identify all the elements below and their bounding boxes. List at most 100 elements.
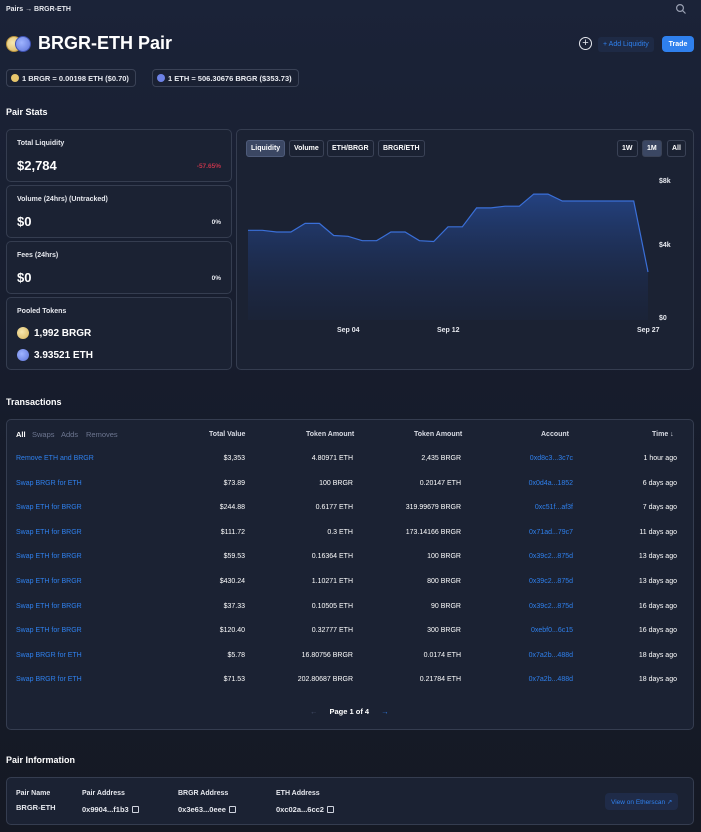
tx-token-amount-2: 0.21784 ETH [419,676,461,684]
table-row: Swap ETH for BRGR $111.72 0.3 ETH 173.14166… [7,521,694,546]
breadcrumb[interactable]: Pairs → BRGR-ETH [6,6,71,13]
tx-time: 16 days ago [638,627,677,635]
pair-address-label: Pair Address [82,790,125,797]
tx-type[interactable]: Swap ETH for BRGR [16,595,82,620]
tx-type[interactable]: Swap ETH for BRGR [16,521,82,546]
tx-type[interactable]: Swap ETH for BRGR [16,545,82,570]
header-token-amount-1[interactable]: Token Amount [306,431,354,438]
tx-total-value: $120.40 [219,627,245,635]
tx-token-amount-2: 2,435 BRGR [421,455,461,462]
copy-icon[interactable] [131,806,139,813]
table-row: Swap ETH for BRGR $59.53 0.16364 ETH 100 BR… [7,545,694,570]
tx-token-amount-1: 0.3 ETH [327,528,353,536]
pair-token-logos [6,35,32,53]
tx-account[interactable]: 0x39c2...875d [529,545,573,570]
tx-time: 1 hour ago [643,455,677,462]
eth-brgr-rate-badge[interactable]: 1 ETH = 506.30676 BRGR ($353.73) [152,69,299,87]
tx-type[interactable]: Swap ETH for BRGR [16,619,82,644]
tx-token-amount-1: 16.80756 BRGR [301,651,353,659]
tx-token-amount-2: 0.20147 ETH [419,479,461,487]
tx-time: 7 days ago [642,504,677,512]
tx-token-amount-1: 0.16364 ETH [311,553,353,561]
search-icon[interactable] [675,3,687,15]
pair-information-card [6,777,694,825]
tx-account[interactable]: 0x71ad...79c7 [529,521,573,546]
rate-text: 1 BRGR = 0.00198 ETH ($0.70) [22,73,129,83]
tx-total-value: $430.24 [219,578,245,585]
pair-address-value[interactable]: 0x9904...f1b3 [82,805,139,814]
tx-type[interactable]: Swap ETH for BRGR [16,496,82,521]
tx-account[interactable]: 0x39c2...875d [529,570,573,595]
y-tick-label: $8k [659,178,671,185]
pooled-brgr[interactable]: 1,992 BRGR [17,327,91,339]
header-account[interactable]: Account [541,431,569,438]
tx-type[interactable]: Swap BRGR for ETH [16,472,82,497]
filter-removes[interactable]: Removes [86,430,118,439]
add-liquidity-button[interactable]: + Add Liquidity [598,37,654,52]
eth-token-icon [17,349,29,361]
table-row: Swap ETH for BRGR $430.24 1.10271 ETH 800 B… [7,570,694,595]
brgr-address-text: 0x3e63...0eee [178,805,226,814]
liquidity-chart[interactable] [237,130,695,371]
y-tick-label: $0 [659,315,667,322]
table-row: Swap BRGR for ETH $73.89 100 BRGR 0.20147 E… [7,472,694,497]
tx-account[interactable]: 0xebf0...6c15 [531,619,573,644]
eth-token-icon [15,36,31,52]
stat-change: 0% [211,219,221,226]
filter-all[interactable]: All [16,430,26,439]
brgr-token-icon [11,74,19,82]
tx-total-value: $5.78 [227,651,245,659]
table-row: Swap ETH for BRGR $244.88 0.6177 ETH 319.99… [7,496,694,521]
tx-time: 13 days ago [638,578,677,585]
header-total-value[interactable]: Total Value [209,431,245,438]
tx-token-amount-1: 202.80687 BRGR [297,676,353,684]
tx-time: 13 days ago [638,553,677,561]
tx-token-amount-2: 173.14166 BRGR [405,528,461,536]
tx-type[interactable]: Swap BRGR for ETH [16,644,82,669]
tx-token-amount-2: 100 BRGR [427,553,461,561]
pair-address-text: 0x9904...f1b3 [82,805,129,814]
brgr-eth-rate-badge[interactable]: 1 BRGR = 0.00198 ETH ($0.70) [6,69,136,87]
stat-value: $2,784 [17,158,57,173]
pooled-tokens-card: Pooled Tokens 1,992 BRGR 3.93521 ETH [6,297,232,370]
pair-name-value: BRGR-ETH [16,803,56,812]
tx-time: 18 days ago [638,651,677,659]
tx-total-value: $73.89 [223,479,245,487]
next-page-arrow[interactable]: → [381,707,389,716]
tx-account[interactable]: 0x7a2b...488d [529,668,573,693]
tx-token-amount-2: 0.0174 ETH [423,651,461,659]
tx-type[interactable]: Swap ETH for BRGR [16,570,82,595]
chart-card: Liquidity Volume ETH/BRGR BRGR/ETH 1W 1M… [236,129,694,370]
filter-swaps[interactable]: Swaps [32,430,55,439]
fees-card: Fees (24hrs) $0 0% [6,241,232,294]
eth-token-icon [157,74,165,82]
trade-button[interactable]: Trade [662,36,694,52]
copy-icon[interactable] [228,806,236,813]
table-row: Remove ETH and BRGR $3,353 4.80971 ETH 2,43… [7,447,694,472]
page-indicator: Page 1 of 4 [329,707,370,716]
header-time[interactable]: Time ↓ [652,431,674,438]
tx-account[interactable]: 0x7a2b...488d [529,644,573,669]
view-on-etherscan-button[interactable]: View on Etherscan ↗ [605,793,679,810]
pooled-eth[interactable]: 3.93521 ETH [17,349,93,361]
brgr-address-value[interactable]: 0x3e63...0eee [178,805,236,814]
tx-type[interactable]: Swap BRGR for ETH [16,668,82,693]
x-tick-label: Sep 04 [337,327,360,334]
tx-account[interactable]: 0x0d4a...1852 [529,472,573,497]
brgr-token-icon [17,327,29,339]
pair-name-text: BRGR-ETH [16,803,56,812]
prev-page-arrow[interactable]: ← [310,707,318,716]
tx-account[interactable]: 0xd8c3...3c7c [530,447,573,472]
tx-type[interactable]: Remove ETH and BRGR [16,447,94,472]
header-token-amount-2[interactable]: Token Amount [414,431,462,438]
transactions-title: Transactions [6,397,62,407]
tx-account[interactable]: 0x39c2...875d [529,595,573,620]
filter-adds[interactable]: Adds [61,430,78,439]
y-tick-label: $4k [659,242,671,249]
copy-icon[interactable] [326,806,334,813]
tx-token-amount-1: 0.6177 ETH [315,504,353,512]
tx-account[interactable]: 0xc51f...af3f [535,496,573,521]
eth-address-value[interactable]: 0xc02a...6cc2 [276,805,334,814]
add-to-watchlist-icon[interactable]: + [579,37,592,50]
x-tick-label: Sep 27 [637,327,660,334]
